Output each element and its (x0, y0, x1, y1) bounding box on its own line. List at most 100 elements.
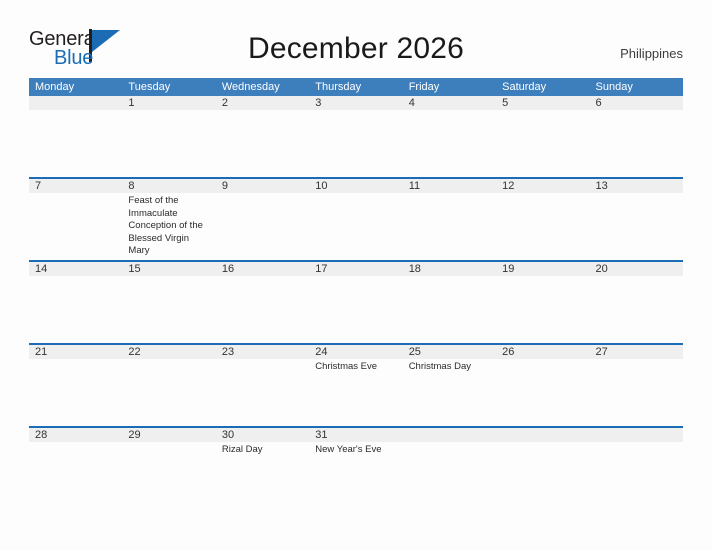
calendar-week-row: 14 15 16 17 18 19 20 (29, 260, 683, 343)
calendar-page: General Blue December 2026 Philippines M… (0, 0, 712, 550)
day-number: 8 (128, 180, 135, 192)
day-number: 13 (595, 180, 608, 192)
day-number (596, 428, 678, 442)
day-events (596, 110, 678, 112)
day-number: 3 (315, 97, 322, 109)
day-events: Feast of the Immaculate Conception of th… (128, 193, 210, 258)
day-events (128, 442, 210, 444)
day-event-label: Rizal Day (221, 444, 263, 455)
day-number: 19 (502, 263, 515, 275)
day-cell-empty (29, 96, 122, 177)
day-number: 7 (35, 180, 42, 192)
week-cells: 1 2 3 4 5 6 (29, 96, 683, 177)
day-cell[interactable]: 23 (216, 345, 309, 426)
day-number: 28 (35, 429, 48, 441)
day-cell[interactable]: 8 Feast of the Immaculate Conception of t… (122, 179, 215, 260)
day-number: 29 (128, 429, 141, 441)
day-events: New Year's Eve (315, 442, 397, 457)
day-cell[interactable]: 11 (403, 179, 496, 260)
day-events (315, 193, 397, 195)
day-cell[interactable]: 12 (496, 179, 589, 260)
calendar-grid: Monday Tuesday Wednesday Thursday Friday… (29, 78, 683, 509)
day-cell[interactable]: 16 (216, 262, 309, 343)
day-events (35, 359, 117, 361)
day-event-label: Christmas Day (408, 361, 471, 372)
day-events: Rizal Day (222, 442, 304, 457)
day-events (409, 110, 491, 112)
day-number (35, 96, 117, 110)
day-event-label: Christmas Eve (315, 361, 378, 372)
day-cell[interactable]: 7 (29, 179, 122, 260)
day-cell[interactable]: 14 (29, 262, 122, 343)
day-events (596, 442, 678, 444)
day-cell[interactable]: 17 (309, 262, 402, 343)
day-number: 6 (595, 97, 602, 109)
day-cell[interactable]: 9 (216, 179, 309, 260)
day-cell[interactable]: 27 (590, 345, 683, 426)
day-number: 11 (408, 180, 421, 192)
day-number: 17 (315, 263, 328, 275)
calendar-week-row: 7 8 Feast of the Immaculate Conception of … (29, 177, 683, 260)
day-number: 5 (502, 97, 509, 109)
day-cell[interactable]: 22 (122, 345, 215, 426)
day-cell[interactable]: 29 (122, 428, 215, 509)
day-events (35, 110, 117, 112)
page-header: General Blue December 2026 Philippines (0, 0, 712, 78)
day-events (502, 276, 584, 278)
week-cells: 21 22 23 24 Christmas Eve 25 Christmas Day 26 27 (29, 345, 683, 426)
day-cell-empty (403, 428, 496, 509)
day-cell[interactable]: 4 (403, 96, 496, 177)
weekday-header-row: Monday Tuesday Wednesday Thursday Friday… (29, 78, 683, 96)
day-events (315, 276, 397, 278)
day-cell[interactable]: 21 (29, 345, 122, 426)
weekday-header-thursday: Thursday (315, 81, 362, 93)
day-cell[interactable]: 19 (496, 262, 589, 343)
day-cell[interactable]: 30 Rizal Day (216, 428, 309, 509)
weekday-header-wednesday: Wednesday (221, 81, 280, 93)
day-events (502, 110, 584, 112)
day-cell[interactable]: 25 Christmas Day (403, 345, 496, 426)
week-cells: 28 29 30 Rizal Day 31 New Year's Eve (29, 428, 683, 509)
day-events (502, 442, 584, 444)
day-cell[interactable]: 26 (496, 345, 589, 426)
day-events (128, 276, 210, 278)
day-cell[interactable]: 13 (590, 179, 683, 260)
weekday-header-friday: Friday (408, 81, 440, 93)
weekday-header-monday: Monday (35, 81, 75, 93)
day-events (222, 110, 304, 112)
day-cell[interactable]: 20 (590, 262, 683, 343)
day-events (222, 193, 304, 195)
week-cells: 14 15 16 17 18 19 20 (29, 262, 683, 343)
day-cell[interactable]: 10 (309, 179, 402, 260)
day-number: 31 (315, 429, 328, 441)
day-events (35, 193, 117, 195)
day-cell[interactable]: 24 Christmas Eve (309, 345, 402, 426)
day-events: Christmas Eve (315, 359, 397, 374)
day-number (409, 428, 491, 442)
day-events (502, 193, 584, 195)
day-cell[interactable]: 1 (122, 96, 215, 177)
day-cell[interactable]: 31 New Year's Eve (309, 428, 402, 509)
day-cell-empty (496, 428, 589, 509)
day-number: 14 (35, 263, 48, 275)
day-number: 9 (221, 180, 228, 192)
day-events (409, 276, 491, 278)
day-cell[interactable]: 6 (590, 96, 683, 177)
day-cell[interactable]: 18 (403, 262, 496, 343)
day-cell[interactable]: 3 (309, 96, 402, 177)
day-number: 15 (128, 263, 141, 275)
day-cell[interactable]: 28 (29, 428, 122, 509)
day-events: Christmas Day (409, 359, 491, 374)
day-number: 20 (595, 263, 608, 275)
day-number: 24 (315, 346, 328, 358)
day-number: 4 (408, 97, 415, 109)
day-cell[interactable]: 15 (122, 262, 215, 343)
day-events (222, 359, 304, 361)
week-cells: 7 8 Feast of the Immaculate Conception of … (29, 179, 683, 260)
day-cell[interactable]: 5 (496, 96, 589, 177)
day-cell[interactable]: 2 (216, 96, 309, 177)
day-events (222, 276, 304, 278)
day-number (502, 428, 584, 442)
day-number: 12 (502, 180, 515, 192)
day-events (128, 359, 210, 361)
